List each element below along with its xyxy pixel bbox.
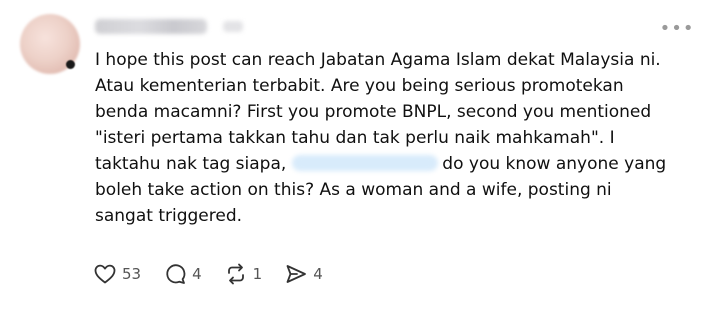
post-text: I hope this post can reach Jabatan Agama… — [95, 47, 697, 229]
share-count: 4 — [313, 265, 323, 283]
username-redacted[interactable] — [95, 14, 255, 38]
repost-button[interactable]: 1 — [224, 262, 263, 286]
reply-count: 4 — [192, 265, 202, 283]
heart-icon — [94, 264, 116, 284]
post-line-with-mention: taktahu nak tag siapa, do you know anyone… — [95, 151, 697, 177]
send-icon — [286, 265, 307, 283]
repost-count: 1 — [252, 265, 263, 283]
post-line: I hope this post can reach Jabatan Agama… — [95, 50, 661, 70]
post-line: boleh take action on this? As a woman an… — [95, 180, 612, 200]
comment-icon — [166, 264, 186, 284]
username-blur — [95, 18, 207, 34]
post-line: "isteri pertama takkan tahu dan tak perl… — [95, 128, 615, 148]
avatar-badge — [66, 60, 75, 69]
timestamp-blur — [223, 20, 243, 32]
mention-link-redacted[interactable] — [292, 155, 439, 171]
reply-button[interactable]: 4 — [163, 262, 202, 286]
repost-icon — [227, 263, 244, 285]
like-count: 53 — [122, 265, 142, 283]
post-line: benda macamni? First you promote BNPL, s… — [95, 102, 652, 122]
like-button[interactable]: 53 — [93, 262, 141, 286]
post-text-segment: do you know anyone yang — [442, 154, 667, 174]
more-options-button[interactable]: ••• — [659, 17, 695, 39]
post-text-segment: taktahu nak tag siapa, — [95, 154, 287, 174]
action-bar: 53 4 1 4 — [93, 262, 345, 286]
share-button[interactable]: 4 — [284, 262, 323, 286]
post-line: sangat triggered. — [95, 206, 243, 226]
post-line: Atau kementerian terbabit. Are you being… — [95, 76, 624, 96]
more-icon: ••• — [659, 17, 695, 39]
